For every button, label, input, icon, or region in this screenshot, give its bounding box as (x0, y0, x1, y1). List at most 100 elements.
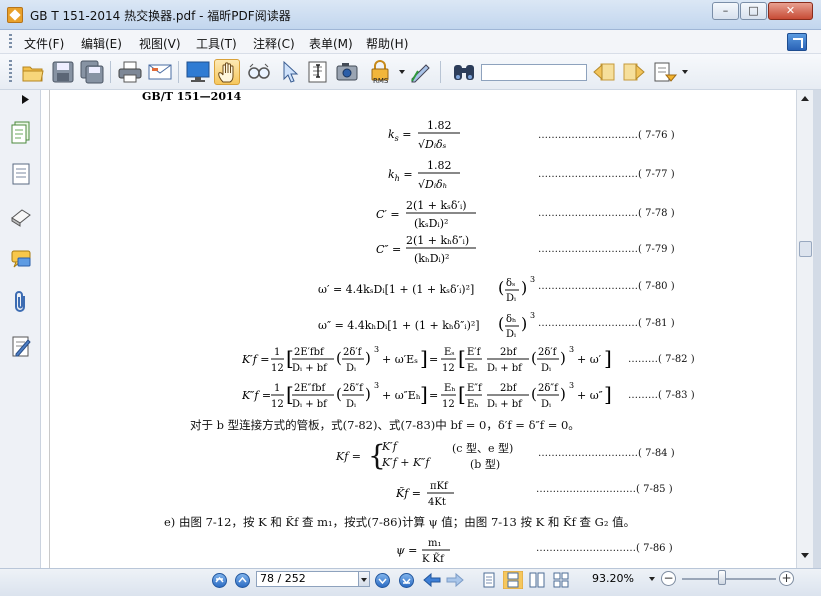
equation-7-78: C′ = 2(1 + kₛδ′ᵢ) (kₛDᵢ)² (376, 198, 486, 237)
print-icon[interactable] (117, 59, 143, 85)
svg-text:2δ′f: 2δ′f (538, 347, 558, 358)
pages-icon[interactable] (10, 120, 32, 144)
svg-text:Eₛ: Eₛ (467, 363, 478, 374)
save-icon[interactable] (50, 59, 76, 85)
bookmarks-icon[interactable] (10, 162, 32, 186)
vertical-scrollbar[interactable] (796, 90, 813, 568)
email-icon[interactable] (147, 59, 173, 85)
continuous-facing-view-icon[interactable] (553, 572, 569, 588)
collapse-arrow-icon[interactable] (22, 95, 29, 104)
menu-help[interactable]: 帮助(H) (366, 35, 408, 52)
single-page-view-icon[interactable] (481, 572, 497, 588)
zoom-level[interactable]: 93.20% (592, 572, 634, 585)
scroll-down-icon[interactable] (801, 553, 809, 558)
svg-text:Dᵢ: Dᵢ (346, 399, 356, 410)
svg-text:]: ] (420, 382, 428, 406)
rms-dropdown-icon[interactable] (399, 70, 405, 74)
svg-text:Dᵢ + bf: Dᵢ + bf (487, 399, 523, 410)
highlight-dropdown-icon[interactable] (682, 70, 688, 74)
svg-text:Dᵢ: Dᵢ (506, 329, 516, 340)
zoom-out-button[interactable]: − (661, 571, 676, 586)
document-viewport[interactable]: GB/T 151—2014 ks = 1.82 √Dᵢδₛ …………………………( … (41, 90, 796, 568)
hand-tool-icon[interactable] (214, 59, 240, 85)
facing-view-icon[interactable] (529, 572, 545, 588)
minimize-button[interactable]: – (712, 2, 739, 20)
search-input[interactable] (481, 64, 587, 81)
snapshot-icon[interactable] (334, 59, 360, 85)
svg-text:4Kt: 4Kt (428, 497, 446, 508)
menu-file[interactable]: 文件(F) (24, 35, 64, 52)
comments-icon[interactable] (10, 248, 32, 272)
equation-number: …………………………( 7-76 ) (538, 130, 675, 141)
zoom-dropdown-icon[interactable] (649, 577, 655, 581)
binoculars-search-icon[interactable] (451, 59, 477, 85)
zoom-slider-thumb[interactable] (718, 570, 726, 585)
go-back-icon[interactable] (423, 572, 441, 588)
svg-text:+ ω′: + ω′ (577, 353, 602, 366)
text-select-icon[interactable] (305, 59, 331, 85)
equation-7-80: ω′ = 4.4kₛDᵢ[1 + (1 + kₛδ′ᵢ)²] (δₛ Dᵢ) 3 (318, 275, 543, 313)
equation-number: ………( 7-83 ) (628, 390, 695, 401)
menu-view[interactable]: 视图(V) (139, 35, 181, 52)
svg-text:E′f: E′f (467, 347, 482, 358)
svg-text:12: 12 (442, 363, 455, 374)
signatures-icon[interactable] (10, 334, 32, 358)
scroll-up-icon[interactable] (801, 96, 809, 101)
next-result-icon[interactable] (621, 59, 647, 85)
svg-text:RMS: RMS (373, 77, 389, 85)
page-dropdown-icon[interactable] (358, 571, 370, 587)
restore-layout-icon[interactable] (787, 33, 807, 51)
svg-text:ω″ = 4.4kₕDᵢ[1 + (1 + kₕδ″ᵢ)²]: ω″ = 4.4kₕDᵢ[1 + (1 + kₕδ″ᵢ)²] (318, 319, 480, 332)
svg-text:K̃f =: K̃f = (396, 487, 421, 500)
first-page-icon[interactable] (212, 573, 227, 588)
layers-icon[interactable] (10, 204, 32, 228)
svg-text:]: ] (420, 346, 428, 370)
menubar-grip (9, 34, 12, 50)
svg-text:Dᵢ: Dᵢ (346, 363, 356, 374)
zoom-glass-icon[interactable] (246, 59, 272, 85)
svg-text:1.82: 1.82 (427, 119, 452, 132)
menu-forms[interactable]: 表单(M) (309, 35, 353, 52)
last-page-icon[interactable] (399, 573, 414, 588)
svg-text:3: 3 (530, 312, 535, 320)
maximize-button[interactable]: □ (740, 2, 767, 20)
svg-text:2E″fbf: 2E″fbf (294, 383, 327, 394)
svg-text:Dᵢ + bf: Dᵢ + bf (292, 399, 328, 410)
equation-number: …………………………( 7-77 ) (538, 169, 675, 180)
scroll-thumb[interactable] (799, 241, 812, 257)
close-button[interactable]: ✕ (768, 2, 813, 20)
menu-edit[interactable]: 编辑(E) (81, 35, 122, 52)
select-arrow-icon[interactable] (276, 59, 302, 85)
menu-bar: 文件(F) 编辑(E) 视图(V) 工具(T) 注释(C) 表单(M) 帮助(H… (0, 30, 821, 54)
zoom-slider-track[interactable] (682, 578, 776, 580)
svg-text:Dᵢ + bf: Dᵢ + bf (487, 363, 523, 374)
navigation-sidebar (0, 90, 41, 568)
attachments-icon[interactable] (10, 290, 32, 314)
equation-number: …………………………( 7-85 ) (536, 484, 673, 495)
svg-text:=: = (429, 389, 438, 402)
save-as-icon[interactable] (79, 59, 105, 85)
svg-text:+ ω″Eₕ: + ω″Eₕ (382, 389, 421, 402)
svg-text:(: ( (498, 278, 504, 297)
open-icon[interactable] (20, 59, 46, 85)
highlight-icon[interactable] (652, 59, 678, 85)
svg-text:1: 1 (274, 383, 280, 394)
zoom-in-button[interactable]: + (779, 571, 794, 586)
svg-text:E″f: E″f (467, 383, 483, 394)
rms-lock-icon[interactable]: RMS (367, 59, 397, 85)
sign-icon[interactable] (408, 59, 434, 85)
svg-text:]: ] (604, 346, 612, 370)
prev-result-icon[interactable] (591, 59, 617, 85)
menu-tools[interactable]: 工具(T) (196, 35, 237, 52)
fullscreen-icon[interactable] (185, 59, 211, 85)
menu-comment[interactable]: 注释(C) (253, 35, 295, 52)
svg-text:2bf: 2bf (500, 347, 518, 358)
svg-text:(: ( (531, 385, 537, 403)
continuous-view-icon[interactable] (503, 571, 523, 589)
svg-text:): ) (365, 385, 371, 403)
toolbar-grip (9, 60, 12, 84)
go-forward-icon[interactable] (446, 572, 464, 588)
prev-page-icon[interactable] (235, 573, 250, 588)
page-number-input[interactable]: 78 / 252 (256, 571, 360, 587)
next-page-icon[interactable] (375, 573, 390, 588)
